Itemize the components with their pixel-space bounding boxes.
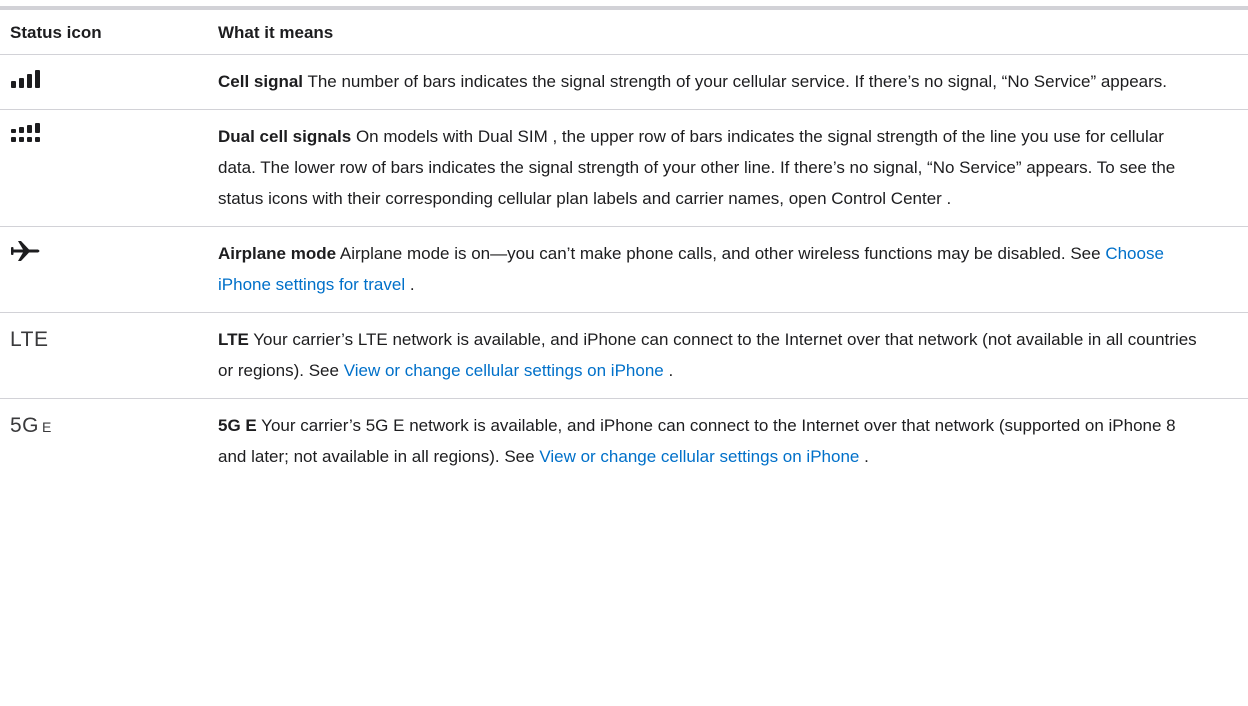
term-label: LTE <box>218 330 249 349</box>
5g-e-icon: 5G E <box>10 410 52 441</box>
description-text: Airplane mode is on—you can’t make phone… <box>336 244 1106 263</box>
table-row: 5G E 5G E Your carrier’s 5G E network is … <box>0 399 1248 484</box>
view-or-change-cellular-settings-link[interactable]: View or change cellular settings on iPho… <box>539 447 859 466</box>
lte-icon: LTE <box>10 328 49 351</box>
header-status-icon: Status icon <box>10 22 102 42</box>
term-label: 5G E <box>218 416 257 435</box>
status-icons-table: Status icon What it means Cell signal Th… <box>0 6 1248 484</box>
description-after: . <box>859 447 869 466</box>
icon-cell: 5G E <box>0 399 218 484</box>
table-row: Airplane mode Airplane mode is on—you ca… <box>0 227 1248 313</box>
table-row: Dual cell signals On models with Dual SI… <box>0 110 1248 227</box>
icon-cell <box>0 227 218 312</box>
cell-signal-icon <box>10 66 50 97</box>
header-what-it-means: What it means <box>218 22 334 42</box>
description-after: . <box>663 361 674 380</box>
5g-icon-main: 5G <box>10 414 40 437</box>
desc-cell: Dual cell signals On models with Dual SI… <box>218 110 1218 226</box>
table-row: LTE LTE Your carrier’s LTE network is av… <box>0 313 1248 399</box>
desc-cell: Airplane mode Airplane mode is on—you ca… <box>218 227 1218 312</box>
description-text: On models with Dual SIM , the upper row … <box>218 127 1176 208</box>
desc-cell: Cell signal The number of bars indicates… <box>218 55 1218 109</box>
term-label: Cell signal <box>218 72 304 91</box>
5g-icon-sub: E <box>42 419 52 435</box>
icon-cell: LTE <box>0 313 218 398</box>
dual-cell-signal-icon <box>10 121 50 152</box>
description-text: The number of bars indicates the signal … <box>303 72 1168 91</box>
table-header-row: Status icon What it means <box>0 10 1248 55</box>
airplane-icon <box>10 238 50 269</box>
term-label: Dual cell signals <box>218 127 352 146</box>
icon-cell <box>0 55 218 109</box>
icon-cell <box>0 110 218 226</box>
desc-cell: 5G E Your carrier’s 5G E network is avai… <box>218 399 1218 484</box>
table-row: Cell signal The number of bars indicates… <box>0 55 1248 110</box>
term-label: Airplane mode <box>218 244 337 263</box>
view-or-change-cellular-settings-link[interactable]: View or change cellular settings on iPho… <box>344 361 664 380</box>
desc-cell: LTE Your carrier’s LTE network is availa… <box>218 313 1218 398</box>
description-after: . <box>405 275 415 294</box>
